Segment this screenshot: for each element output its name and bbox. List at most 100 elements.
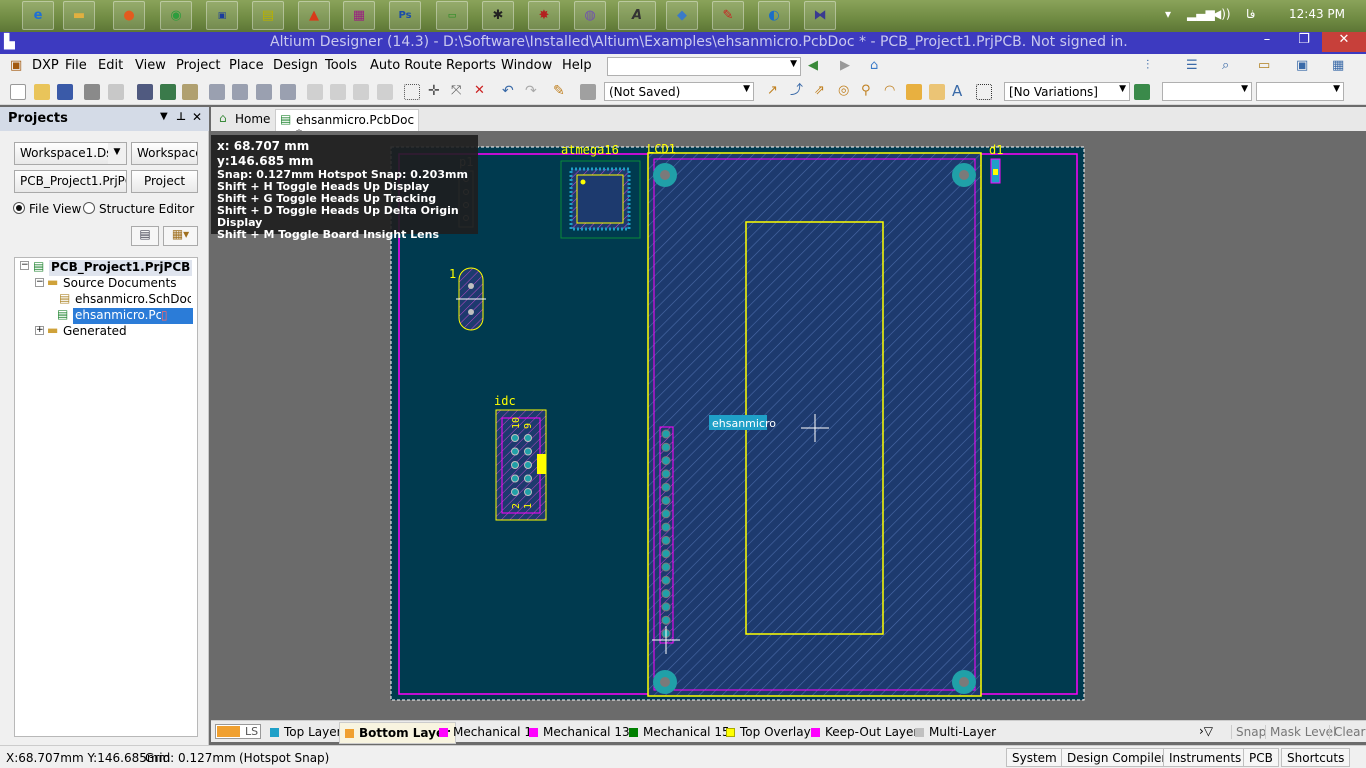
close-icon[interactable]: ✕	[1322, 32, 1366, 52]
browse-icon[interactable]	[580, 84, 596, 100]
align-icon[interactable]: ☰	[1186, 58, 1198, 73]
app-icon[interactable]: ▙	[4, 34, 15, 50]
cut-icon[interactable]	[307, 84, 323, 100]
tray-arrow-icon[interactable]: ▾	[1165, 7, 1171, 21]
zoom-selected-icon[interactable]	[256, 84, 272, 100]
pad-icon[interactable]: ◎	[838, 84, 854, 100]
layer-tab-keep-out-layer[interactable]: Keep-Out Layer	[811, 725, 918, 739]
new-icon[interactable]	[10, 84, 26, 100]
open-icon[interactable]	[34, 84, 50, 100]
photoshop-icon[interactable]: Ps	[389, 1, 421, 30]
redo-icon[interactable]: ↷	[525, 84, 541, 100]
multi-route-icon[interactable]: ⇗	[814, 84, 830, 100]
acrobat-icon[interactable]: ✎	[712, 1, 744, 30]
signal-icon[interactable]: ▂▄▆	[1187, 7, 1215, 21]
layer-tab-top-layer[interactable]: Top Layer	[270, 725, 342, 739]
zoom-filter-icon[interactable]	[280, 84, 296, 100]
string-icon[interactable]: A	[952, 84, 968, 100]
bug-icon[interactable]: ✱	[482, 1, 514, 30]
menu-view[interactable]: View	[135, 58, 166, 73]
clock[interactable]: 12:43 PM	[1289, 7, 1345, 21]
altium-icon[interactable]: ▲	[298, 1, 330, 30]
crosshair-icon[interactable]: ✎	[553, 84, 569, 100]
clear-filter-icon[interactable]: ✕	[474, 84, 490, 100]
select-area-icon[interactable]	[404, 84, 420, 100]
workspace-combo[interactable]: Workspace1.DsnWrk▼	[14, 142, 127, 165]
mask-level-button[interactable]: Mask Level	[1265, 725, 1336, 739]
chrome-icon[interactable]: ◉	[160, 1, 192, 30]
shortcuts-panel-button[interactable]: Shortcuts	[1281, 748, 1351, 767]
diff-pair-icon[interactable]: ⤴	[790, 84, 806, 100]
move-icon[interactable]: ✛	[428, 84, 444, 100]
design-compiler-panel-button[interactable]: Design Compiler	[1061, 748, 1173, 767]
deselect-icon[interactable]: ⤧	[451, 84, 467, 100]
paste-icon[interactable]	[353, 84, 369, 100]
menu-reports[interactable]: Reports	[446, 58, 496, 73]
project-options-icon[interactable]: ▦▾	[163, 226, 198, 246]
snap-button[interactable]: Snap	[1231, 725, 1266, 739]
path-combo[interactable]: ▼	[607, 57, 801, 76]
media-icon[interactable]: ⧓	[804, 1, 836, 30]
menu-window[interactable]: Window	[501, 58, 552, 73]
ie-icon[interactable]: e	[22, 1, 54, 30]
layer-tab-top-overlay[interactable]: Top Overlay	[726, 725, 811, 739]
tab-home[interactable]: ⌂ Home	[215, 109, 273, 131]
layer-set-button[interactable]: LS	[215, 724, 261, 739]
layer-tab-mechanical-13[interactable]: Mechanical 13	[529, 725, 630, 739]
text-icon[interactable]: A	[618, 1, 656, 30]
layers-view-icon[interactable]: ▤	[131, 226, 159, 246]
menu-help[interactable]: Help	[562, 58, 592, 73]
layer-tab-mechanical-15[interactable]: Mechanical 15	[629, 725, 730, 739]
tab-pcb-doc[interactable]: ▤ehsanmicro.PcbDoc *	[275, 109, 419, 141]
menu-project[interactable]: Project	[176, 58, 220, 73]
grid-icon[interactable]: ▦	[1332, 58, 1344, 73]
undo-icon[interactable]: ↶	[502, 84, 518, 100]
variations-combo[interactable]: [No Variations] ▼	[1004, 82, 1130, 101]
layer-tab-mechanical-1[interactable]: Mechanical 1	[439, 725, 532, 739]
minimize-icon[interactable]: –	[1250, 32, 1284, 52]
clear-button[interactable]: Clear	[1329, 725, 1365, 739]
sphere-icon[interactable]: ◍	[574, 1, 606, 30]
home-icon[interactable]: ⌂	[870, 58, 878, 73]
board-icon[interactable]	[160, 84, 176, 100]
save-icon[interactable]	[57, 84, 73, 100]
system-panel-button[interactable]: System	[1006, 748, 1063, 767]
menu-dxp[interactable]: DXP	[32, 58, 59, 73]
menu-tools[interactable]: Tools	[325, 58, 357, 73]
pcb-panel-button[interactable]: PCB	[1243, 748, 1279, 767]
menu-auto-route[interactable]: Auto Route	[370, 58, 442, 73]
component-icon[interactable]	[976, 84, 992, 100]
cmd-icon[interactable]: ▭	[436, 1, 468, 30]
panel-close-icon[interactable]: ✕	[192, 110, 202, 124]
layer-tab-multi-layer[interactable]: Multi-Layer	[915, 725, 996, 739]
menu-file[interactable]: File	[65, 58, 87, 73]
structure-editor-radio[interactable]	[83, 202, 95, 214]
collapse-icon[interactable]: −	[20, 261, 29, 270]
beetle-icon[interactable]: ✸	[528, 1, 560, 30]
keyboard-icon[interactable]: ◆	[666, 1, 698, 30]
maximize-icon[interactable]: ❐	[1287, 32, 1321, 52]
layer-scroll-icon[interactable]: ›▽	[1199, 724, 1213, 738]
tree-root-project[interactable]: PCB_Project1.PrjPCB	[49, 260, 193, 276]
file-view-radio[interactable]	[13, 202, 25, 214]
expand-icon[interactable]: +	[35, 326, 44, 335]
polygon-icon[interactable]	[929, 84, 945, 100]
rubber-stamp-icon[interactable]	[377, 84, 393, 100]
pdf-icon[interactable]: ▦	[343, 1, 375, 30]
print-preview-icon[interactable]	[108, 84, 124, 100]
tree-source-documents[interactable]: Source Documents	[63, 276, 176, 292]
tree-pcb-doc[interactable]: ehsanmicro.PcbDoc▯	[73, 308, 193, 324]
variant-icon[interactable]	[1134, 84, 1150, 100]
menu-edit[interactable]: Edit	[98, 58, 123, 73]
network-icon[interactable]: ◐	[758, 1, 790, 30]
file-view-label[interactable]: File View	[29, 202, 81, 216]
collapse-icon[interactable]: −	[35, 278, 44, 287]
menu-design[interactable]: Design	[273, 58, 318, 73]
empty-combo-2[interactable]: ▼	[1256, 82, 1344, 101]
winavr-icon[interactable]: ▤	[252, 1, 284, 30]
project-button[interactable]: Project	[131, 170, 198, 193]
language-indicator[interactable]: فا	[1246, 7, 1255, 21]
print-icon[interactable]	[84, 84, 100, 100]
folder-icon[interactable]: ▬	[63, 1, 95, 30]
find-icon[interactable]: ⌕	[1222, 58, 1229, 73]
